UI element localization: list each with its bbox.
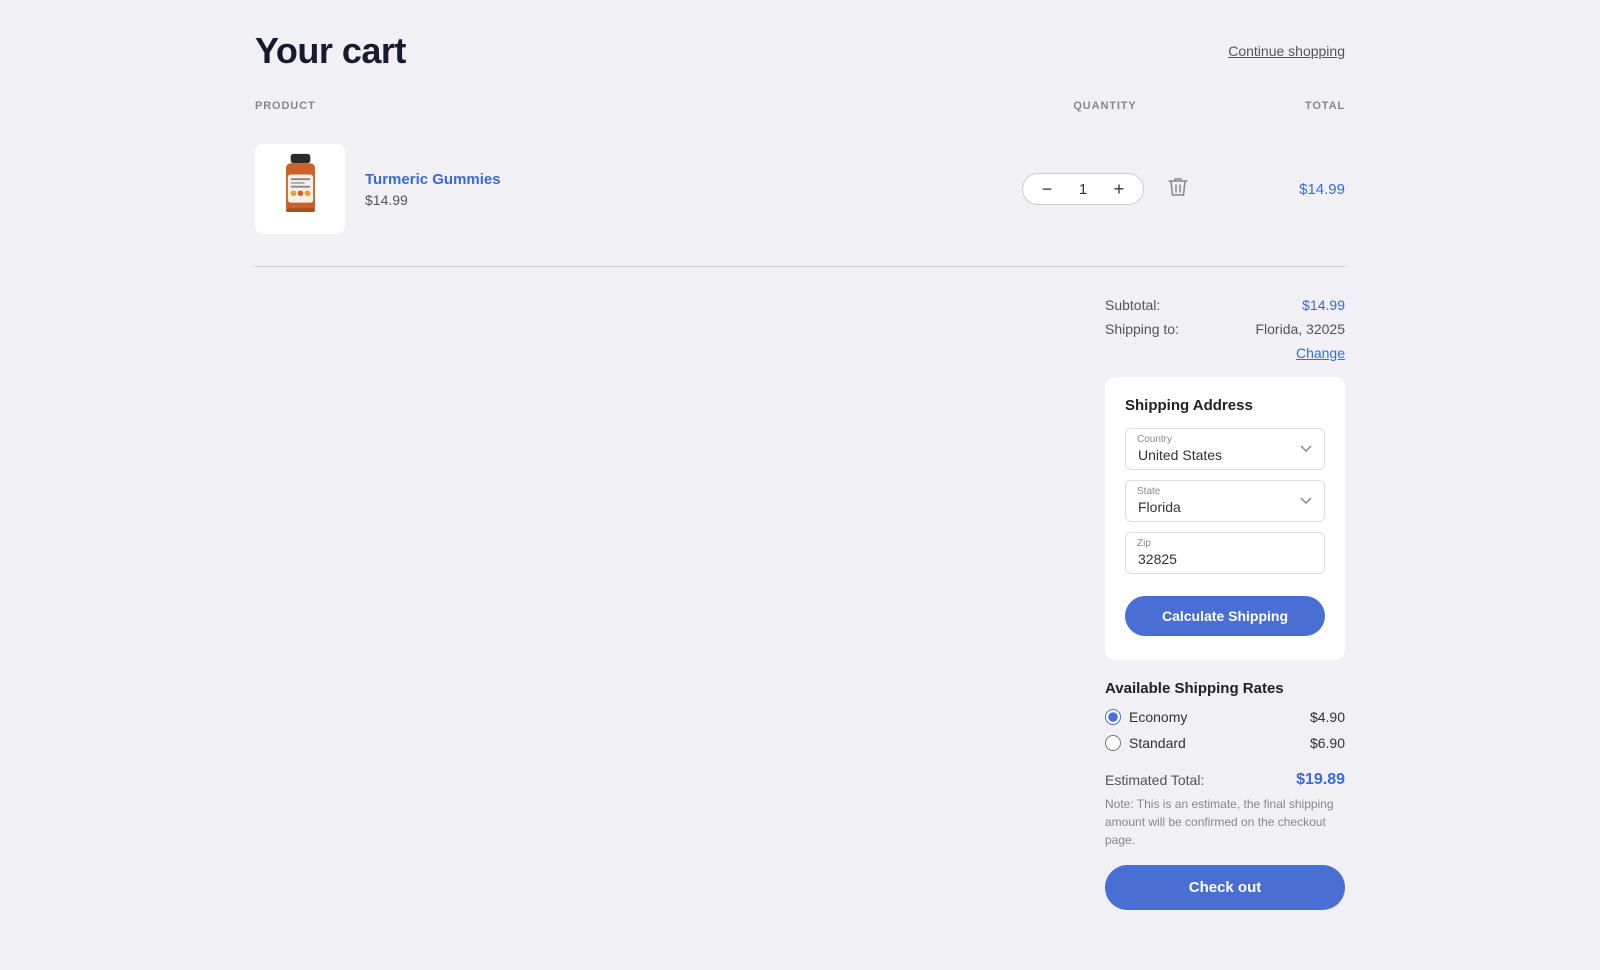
zip-input[interactable] bbox=[1125, 532, 1325, 574]
quantity-increase-button[interactable]: + bbox=[1109, 180, 1129, 198]
country-field-group: Country United States Canada United King… bbox=[1125, 428, 1325, 470]
quantity-value: 1 bbox=[1073, 181, 1093, 198]
delete-item-button[interactable] bbox=[1168, 176, 1188, 203]
shipping-rates-section: Available Shipping Rates Economy $4.90 S… bbox=[1105, 680, 1345, 751]
estimated-total-label: Estimated Total: bbox=[1105, 772, 1204, 788]
column-total: TOTAL bbox=[1205, 100, 1345, 112]
zip-field-group: Zip bbox=[1125, 532, 1325, 574]
estimated-total-note: Note: This is an estimate, the final shi… bbox=[1105, 795, 1345, 849]
checkout-button[interactable]: Check out bbox=[1105, 865, 1345, 910]
item-total: $14.99 bbox=[1205, 181, 1345, 198]
quantity-control: − 1 + bbox=[1005, 173, 1205, 205]
shipping-location: Florida, 32025 bbox=[1255, 321, 1345, 337]
standard-label: Standard bbox=[1129, 735, 1186, 751]
cart-divider bbox=[255, 266, 1345, 267]
quantity-decrease-button[interactable]: − bbox=[1037, 180, 1057, 198]
product-name: Turmeric Gummies bbox=[365, 171, 501, 188]
column-quantity: QUANTITY bbox=[1005, 100, 1205, 112]
economy-price: $4.90 bbox=[1310, 709, 1345, 725]
product-details: Turmeric Gummies $14.99 bbox=[365, 171, 501, 208]
cart-column-headers: PRODUCT QUANTITY TOTAL bbox=[255, 100, 1345, 120]
standard-radio[interactable] bbox=[1105, 735, 1121, 751]
shipping-rates-title: Available Shipping Rates bbox=[1105, 680, 1345, 697]
subtotal-row: Subtotal: $14.99 bbox=[1105, 297, 1345, 313]
shipping-address-title: Shipping Address bbox=[1125, 397, 1325, 414]
cart-header: Your cart Continue shopping bbox=[255, 30, 1345, 72]
state-field-group: State Florida California New York Texas bbox=[1125, 480, 1325, 522]
calculate-shipping-button[interactable]: Calculate Shipping bbox=[1125, 596, 1325, 636]
estimated-total-row: Estimated Total: $19.89 bbox=[1105, 771, 1345, 789]
shipping-rate-economy: Economy $4.90 bbox=[1105, 709, 1345, 725]
product-bottle-icon bbox=[268, 152, 333, 227]
country-select[interactable]: United States Canada United Kingdom bbox=[1125, 428, 1325, 470]
cart-item-row: Turmeric Gummies $14.99 − 1 + bbox=[255, 120, 1345, 258]
estimated-total-value: $19.89 bbox=[1296, 771, 1345, 789]
page-title: Your cart bbox=[255, 30, 406, 72]
continue-shopping-link[interactable]: Continue shopping bbox=[1228, 43, 1345, 59]
product-info: Turmeric Gummies $14.99 bbox=[255, 144, 1005, 234]
cart-items-section: Turmeric Gummies $14.99 − 1 + bbox=[255, 120, 1345, 258]
quantity-stepper: − 1 + bbox=[1022, 173, 1144, 205]
shipping-rate-standard: Standard $6.90 bbox=[1105, 735, 1345, 751]
change-shipping-link[interactable]: Change bbox=[1105, 345, 1345, 361]
standard-price: $6.90 bbox=[1310, 735, 1345, 751]
economy-radio[interactable] bbox=[1105, 709, 1121, 725]
shipping-to-row: Shipping to: Florida, 32025 bbox=[1105, 321, 1345, 337]
shipping-to-label: Shipping to: bbox=[1105, 321, 1179, 337]
summary-panel: Subtotal: $14.99 Shipping to: Florida, 3… bbox=[1105, 297, 1345, 910]
column-product: PRODUCT bbox=[255, 100, 1005, 112]
economy-label: Economy bbox=[1129, 709, 1187, 725]
product-price: $14.99 bbox=[365, 192, 501, 208]
state-select[interactable]: Florida California New York Texas bbox=[1125, 480, 1325, 522]
estimated-total-section: Estimated Total: $19.89 Note: This is an… bbox=[1105, 771, 1345, 910]
subtotal-value: $14.99 bbox=[1302, 297, 1345, 313]
shipping-address-card: Shipping Address Country United States C… bbox=[1105, 377, 1345, 660]
product-image bbox=[255, 144, 345, 234]
trash-icon bbox=[1168, 176, 1188, 198]
cart-summary-section: Subtotal: $14.99 Shipping to: Florida, 3… bbox=[255, 297, 1345, 910]
subtotal-label: Subtotal: bbox=[1105, 297, 1160, 313]
